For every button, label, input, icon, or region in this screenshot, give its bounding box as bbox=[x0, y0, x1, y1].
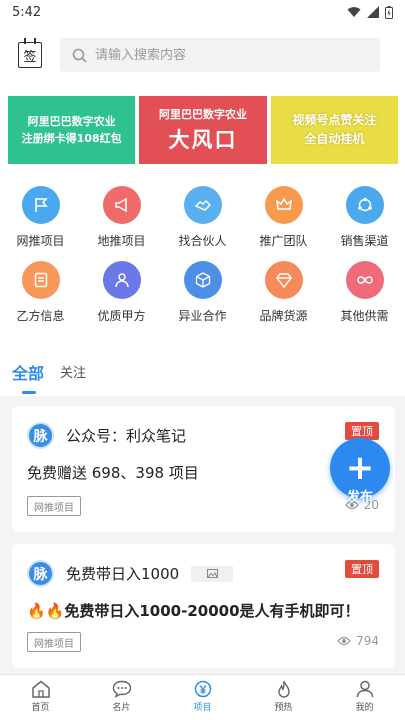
fire-icon bbox=[277, 680, 290, 698]
infinity-icon bbox=[345, 261, 384, 299]
chat-icon bbox=[112, 680, 131, 698]
profile-icon bbox=[356, 680, 373, 698]
nav-label: 名片 bbox=[112, 703, 131, 713]
tab-all[interactable]: 全部 bbox=[12, 350, 44, 394]
banner-video-autolike[interactable]: 视频号点赞关注 全自动挂机 bbox=[270, 96, 398, 164]
wifi-icon bbox=[347, 7, 361, 17]
diamond-icon bbox=[264, 261, 303, 299]
status-bar: 5:42 bbox=[0, 0, 405, 24]
nav-label: 预热 bbox=[274, 703, 293, 713]
publish-button[interactable]: + 发布 bbox=[330, 438, 390, 505]
category-label: 网推项目 bbox=[16, 234, 65, 248]
category-brand-supply[interactable]: 品牌货源 bbox=[243, 261, 324, 336]
nav-preheat[interactable]: 预热 bbox=[243, 675, 324, 720]
avatar: 脉 bbox=[27, 560, 54, 587]
view-count: 794 bbox=[337, 634, 379, 648]
category-find-partner[interactable]: 找合伙人 bbox=[162, 186, 243, 261]
category-label: 优质甲方 bbox=[97, 309, 146, 323]
home-icon bbox=[31, 680, 50, 698]
signal-icon bbox=[367, 6, 379, 18]
view-count-value: 794 bbox=[356, 634, 379, 648]
nav-label: 我的 bbox=[355, 703, 374, 713]
banner-2-line-2: 大风口 bbox=[168, 128, 238, 152]
feed-tabs: 全部 关注 bbox=[0, 350, 405, 396]
tab-following[interactable]: 关注 bbox=[60, 350, 86, 381]
category-label: 销售渠道 bbox=[340, 234, 389, 248]
category-quality-party-a[interactable]: 优质甲方 bbox=[81, 261, 162, 336]
nav-label: 首页 bbox=[31, 703, 50, 713]
category-web-promo[interactable]: 网推项目 bbox=[0, 186, 81, 261]
category-label: 其他供需 bbox=[340, 309, 389, 323]
category-ground-promo[interactable]: 地推项目 bbox=[81, 186, 162, 261]
category-party-b-info[interactable]: 乙方信息 bbox=[0, 261, 81, 336]
banner-2-line-1: 阿里巴巴数字农业 bbox=[158, 108, 247, 121]
money-icon bbox=[194, 680, 211, 698]
post-tag[interactable]: 网推项目 bbox=[27, 632, 81, 652]
user-icon bbox=[102, 261, 141, 299]
status-time: 5:42 bbox=[12, 4, 42, 20]
category-promo-team[interactable]: 推广团队 bbox=[243, 186, 324, 261]
nav-mine[interactable]: 我的 bbox=[324, 675, 405, 720]
category-sales-channel[interactable]: 销售渠道 bbox=[324, 186, 405, 261]
banner-1-line-2: 注册绑卡得108红包 bbox=[21, 132, 122, 145]
bottom-nav: 首页 名片 项目 预热 我的 bbox=[0, 674, 405, 720]
post-card[interactable]: 脉 免费带日入1000 置顶 🔥🔥免费带日入1000-20000是人有手机即可！… bbox=[12, 544, 395, 668]
image-icon bbox=[191, 565, 234, 582]
post-title: 免费带日入1000 bbox=[66, 565, 180, 583]
eye-icon bbox=[337, 636, 351, 646]
category-label: 找合伙人 bbox=[178, 234, 227, 248]
post-title: 公众号：利众笔记 bbox=[66, 427, 187, 445]
category-label: 异业合作 bbox=[178, 309, 227, 323]
post-tag[interactable]: 网推项目 bbox=[27, 496, 81, 516]
post-header: 脉 公众号：利众笔记 bbox=[27, 422, 186, 449]
flag-icon bbox=[21, 186, 60, 224]
banner-3-line-2: 全自动挂机 bbox=[304, 132, 365, 146]
crown-icon bbox=[264, 186, 303, 224]
checkin-icon[interactable]: 签 bbox=[18, 38, 42, 68]
banner-3-line-1: 视频号点赞关注 bbox=[292, 113, 377, 127]
category-label: 乙方信息 bbox=[16, 309, 65, 323]
category-label: 地推项目 bbox=[97, 234, 146, 248]
network-icon bbox=[345, 186, 384, 224]
avatar: 脉 bbox=[27, 422, 54, 449]
banner-strip: 阿里巴巴数字农业 注册绑卡得108红包 阿里巴巴数字农业 大风口 视频号点赞关注… bbox=[8, 96, 398, 164]
cube-icon bbox=[183, 261, 222, 299]
nav-label: 项目 bbox=[193, 703, 212, 713]
nav-projects[interactable]: 项目 bbox=[162, 675, 243, 720]
search-icon bbox=[72, 48, 87, 63]
megaphone-icon bbox=[102, 186, 141, 224]
post-description: 🔥🔥免费带日入1000-20000是人有手机即可！ bbox=[27, 602, 360, 620]
handshake-icon bbox=[183, 186, 222, 224]
document-icon bbox=[21, 261, 60, 299]
status-icons bbox=[347, 5, 393, 19]
nav-home[interactable]: 首页 bbox=[0, 675, 81, 720]
category-other-demand[interactable]: 其他供需 bbox=[324, 261, 405, 336]
category-label: 推广团队 bbox=[259, 234, 308, 248]
search-bar[interactable] bbox=[60, 38, 380, 72]
banner-1-line-1: 阿里巴巴数字农业 bbox=[27, 115, 116, 128]
search-input[interactable] bbox=[95, 47, 355, 63]
pinned-badge: 置顶 bbox=[345, 560, 379, 578]
plus-icon: + bbox=[345, 448, 375, 488]
battery-icon bbox=[385, 5, 393, 19]
banner-alibaba-opportunity[interactable]: 阿里巴巴数字农业 大风口 bbox=[139, 96, 267, 164]
category-grid: 网推项目 地推项目 找合伙人 推广团队 销售渠道 乙方信息 优质甲方 异业合作 … bbox=[0, 186, 405, 336]
post-description: 免费赠送 698、398 项目 bbox=[27, 464, 199, 482]
publish-label: 发布 bbox=[346, 490, 373, 505]
category-cross-cooperation[interactable]: 异业合作 bbox=[162, 261, 243, 336]
header: 签 bbox=[0, 24, 405, 86]
checkin-label: 签 bbox=[23, 49, 37, 65]
nav-card[interactable]: 名片 bbox=[81, 675, 162, 720]
post-header: 脉 免费带日入1000 bbox=[27, 560, 234, 587]
category-label: 品牌货源 bbox=[259, 309, 308, 323]
banner-alibaba-register[interactable]: 阿里巴巴数字农业 注册绑卡得108红包 bbox=[8, 96, 136, 164]
